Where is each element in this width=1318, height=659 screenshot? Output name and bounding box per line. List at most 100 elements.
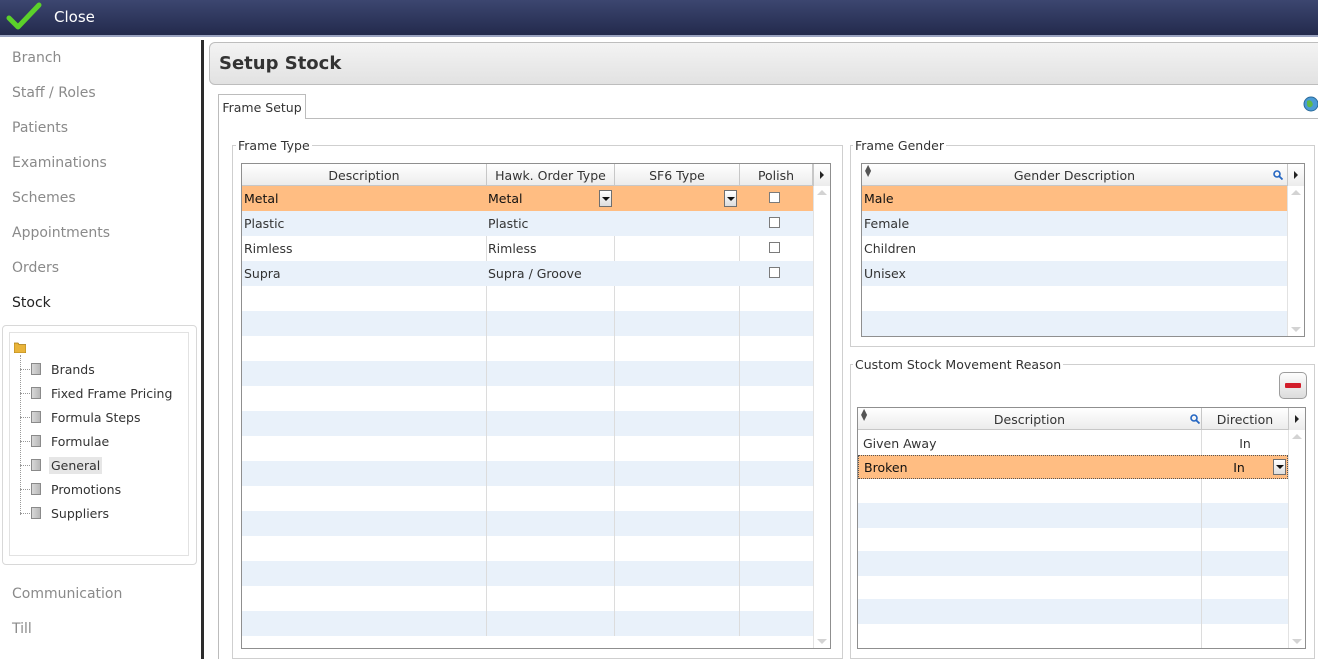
column-chooser-button[interactable] [813,164,830,186]
column-header-description[interactable]: Description [242,164,487,186]
table-row-selected[interactable]: Metal Metal [242,186,813,211]
polish-checkbox[interactable] [769,242,780,253]
cell-hawk-order-type[interactable]: Supra / Groove [486,261,614,286]
vertical-scrollbar[interactable] [813,186,830,648]
hawk-order-type-dropdown[interactable] [599,190,612,207]
table-row [242,561,813,586]
column-header-polish[interactable]: Polish [740,164,813,186]
table-row [858,503,1288,528]
custom-stock-grid: Description Direction ▲ ▼ Given Away In B… [857,407,1306,649]
tree-item-label: Formula Steps [51,409,141,425]
nav-item-staff-roles[interactable]: Staff / Roles [12,85,96,101]
scroll-up-icon[interactable] [1291,190,1301,195]
close-button[interactable]: Close [6,0,95,33]
cell-sf6-type[interactable] [614,236,739,261]
cell-direction[interactable]: In [1203,456,1275,478]
scroll-down-icon[interactable] [1292,639,1302,644]
tree-item-formula-steps[interactable]: Formula Steps [20,407,143,427]
column-header-description[interactable]: Description [858,408,1202,430]
table-row[interactable]: Rimless Rimless [242,236,813,261]
cell-hawk-order-type[interactable]: Metal [486,186,614,211]
close-label: Close [54,7,95,26]
column-header-sf6-type[interactable]: SF6 Type [615,164,740,186]
column-header-gender-description[interactable]: Gender Description [862,164,1287,186]
frame-gender-grid: Gender Description ▲ ▼ Male Female Childr… [861,163,1305,337]
tree-item-brands[interactable]: Brands [20,359,97,379]
tree-item-formulae[interactable]: Formulae [20,431,111,451]
checkmark-icon [6,2,42,29]
nav-item-patients[interactable]: Patients [12,120,68,136]
nav-item-appointments[interactable]: Appointments [12,225,110,241]
column-header-direction[interactable]: Direction [1202,408,1288,430]
globe-icon[interactable] [1301,93,1318,113]
tree-item-fixed-frame-pricing[interactable]: Fixed Frame Pricing [20,383,174,403]
tree-item-promotions[interactable]: Promotions [20,479,123,499]
sort-icon[interactable]: ▲ ▼ [861,408,867,422]
cell-description[interactable]: Metal [242,186,486,211]
table-row[interactable]: Unisex [862,261,1287,286]
cell-hawk-order-type[interactable]: Rimless [486,236,614,261]
cell-sf6-type[interactable] [614,186,739,211]
vertical-scrollbar[interactable] [1287,186,1304,336]
frame-type-title: Frame Type [236,138,312,153]
column-header-hawk-order-type[interactable]: Hawk. Order Type [487,164,615,186]
polish-checkbox[interactable] [769,217,780,228]
remove-button[interactable] [1279,372,1307,399]
sidebar: Branch Staff / Roles Patients Examinatio… [0,40,201,659]
polish-checkbox[interactable] [769,267,780,278]
tab-frame-setup[interactable]: Frame Setup [218,94,306,119]
table-row [862,311,1287,336]
table-row[interactable]: Plastic Plastic [242,211,813,236]
cell-description[interactable]: Given Away [861,431,1201,455]
tab-panel-border [218,118,219,659]
tab-divider [306,118,1318,119]
custom-stock-header: Description Direction ▲ ▼ [858,408,1288,430]
sf6-type-dropdown[interactable] [724,190,737,207]
cell-gender-description[interactable]: Female [862,211,1287,236]
cell-gender-description[interactable]: Male [862,186,1287,211]
table-row[interactable]: Given Away In [858,431,1288,455]
document-icon [31,483,41,495]
cell-gender-description[interactable]: Unisex [862,261,1287,286]
tree-item-suppliers[interactable]: Suppliers [20,503,111,523]
cell-gender-description[interactable]: Children [862,236,1287,261]
scroll-up-icon[interactable] [817,190,827,195]
table-row [242,411,813,436]
cell-description[interactable]: Plastic [242,211,486,236]
nav-item-branch[interactable]: Branch [12,50,61,66]
cell-direction[interactable]: In [1202,431,1288,455]
table-row-selected[interactable]: Broken In [858,455,1288,479]
table-row-selected[interactable]: Male [862,186,1287,211]
nav-item-examinations[interactable]: Examinations [12,155,107,171]
cell-description[interactable]: Broken [862,456,1202,478]
scroll-down-icon[interactable] [817,639,827,644]
column-chooser-button[interactable] [1288,408,1305,430]
sort-icon[interactable]: ▲ ▼ [865,164,871,178]
direction-dropdown[interactable] [1273,459,1286,475]
folder-icon[interactable] [14,341,26,353]
nav-item-stock[interactable]: Stock [12,295,51,311]
tree-item-label: Brands [51,361,95,377]
vertical-scrollbar[interactable] [1288,430,1305,648]
tree-item-general[interactable]: General [20,455,103,475]
document-icon [31,411,41,423]
cell-description[interactable]: Supra [242,261,486,286]
polish-checkbox[interactable] [769,192,780,203]
search-icon[interactable] [1273,170,1283,180]
nav-item-schemes[interactable]: Schemes [12,190,76,206]
scroll-up-icon[interactable] [1292,434,1302,439]
table-row[interactable]: Children [862,236,1287,261]
cell-hawk-order-type[interactable]: Plastic [486,211,614,236]
search-icon[interactable] [1190,414,1200,424]
table-row[interactable]: Female [862,211,1287,236]
table-row[interactable]: Supra Supra / Groove [242,261,813,286]
nav-item-till[interactable]: Till [12,621,32,637]
scroll-down-icon[interactable] [1291,327,1301,332]
cell-description[interactable]: Rimless [242,236,486,261]
cell-sf6-type[interactable] [614,261,739,286]
column-chooser-button[interactable] [1287,164,1304,186]
chevron-down-icon [601,196,610,201]
nav-item-orders[interactable]: Orders [12,260,59,276]
cell-sf6-type[interactable] [614,211,739,236]
nav-item-communication[interactable]: Communication [12,586,122,602]
